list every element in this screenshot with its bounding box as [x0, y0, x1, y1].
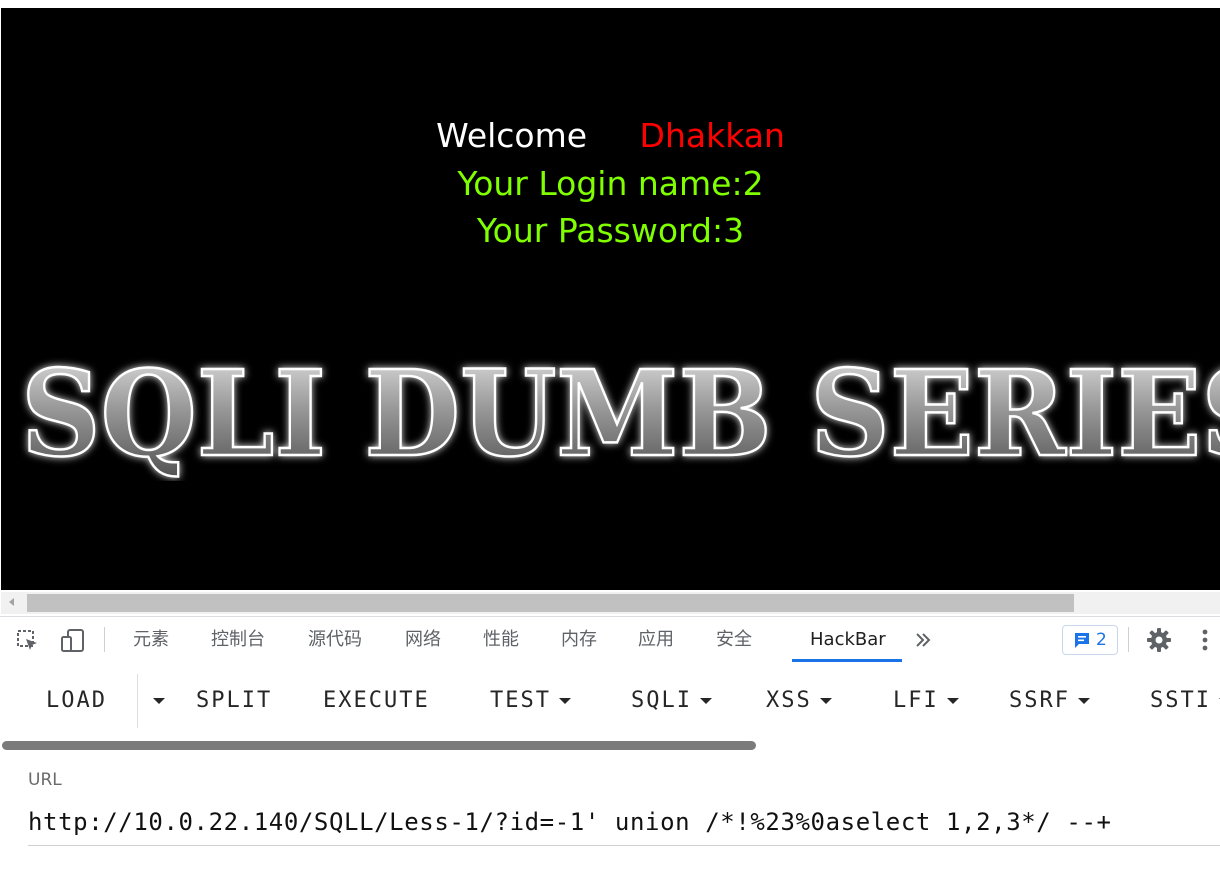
- sqli-dropdown[interactable]: SQLI: [631, 685, 712, 717]
- scrollbar-thumb[interactable]: [27, 594, 1074, 612]
- ssrf-dropdown[interactable]: SSRF: [1009, 685, 1090, 717]
- toolbar-divider: [104, 627, 105, 652]
- test-label: TEST: [490, 688, 551, 713]
- sqli-dumb-series-banner: SQLI DUMB SERIES: [20, 351, 1220, 481]
- execute-button[interactable]: EXECUTE: [323, 685, 430, 717]
- horizontal-scrollbar[interactable]: [1, 592, 1220, 614]
- top-strip: [0, 0, 1220, 8]
- ssti-dropdown[interactable]: SSTI: [1150, 685, 1220, 717]
- url-input[interactable]: http://10.0.22.140/SQLL/Less-1/?id=-1' u…: [28, 808, 1112, 836]
- banner-text: SQLI DUMB SERIES: [21, 351, 1220, 481]
- xss-label: XSS: [766, 688, 812, 713]
- hackbar-panel: LOAD SPLIT EXECUTE TEST SQLI XSS LFI SSR…: [0, 662, 1220, 876]
- caret-down-icon: [153, 698, 165, 704]
- xss-dropdown[interactable]: XSS: [766, 685, 832, 717]
- issues-badge[interactable]: 2: [1062, 625, 1118, 655]
- tab-memory[interactable]: 内存: [561, 617, 597, 662]
- sqli-label: SQLI: [631, 688, 692, 713]
- tab-sources[interactable]: 源代码: [308, 617, 362, 662]
- devtools-tab-bar: 元素 控制台 源代码 网络 性能 内存 应用 安全 HackBar 2: [0, 616, 1220, 663]
- toolbar-divider: [1128, 627, 1129, 652]
- tab-network[interactable]: 网络: [405, 617, 441, 662]
- tab-security[interactable]: 安全: [716, 617, 752, 662]
- gear-icon[interactable]: [1146, 627, 1172, 653]
- password-line: Your Password:3: [476, 211, 745, 250]
- inspect-element-icon[interactable]: [16, 629, 40, 653]
- caret-down-icon: [699, 698, 712, 704]
- welcome-line: Welcome Dhakkan: [1, 116, 1220, 156]
- scroll-left-arrow-icon[interactable]: [9, 598, 14, 606]
- ssrf-label: SSRF: [1009, 688, 1070, 713]
- caret-down-icon: [946, 698, 959, 704]
- url-input-underline: [28, 845, 1220, 846]
- hackbar-toolbar-scrollbar[interactable]: [2, 741, 756, 750]
- split-button[interactable]: SPLIT: [196, 685, 272, 717]
- tab-performance[interactable]: 性能: [483, 617, 519, 662]
- load-dropdown-button[interactable]: [145, 685, 165, 717]
- load-button[interactable]: LOAD: [46, 685, 107, 717]
- test-dropdown[interactable]: TEST: [490, 685, 571, 717]
- ssti-label: SSTI: [1150, 688, 1211, 713]
- login-name-line: Your Login name:2: [457, 164, 764, 203]
- caret-down-icon: [819, 698, 832, 704]
- chevron-double-right-icon[interactable]: [914, 631, 932, 649]
- tab-console[interactable]: 控制台: [211, 617, 265, 662]
- caret-down-icon: [1077, 698, 1090, 704]
- caret-down-icon: [558, 698, 571, 704]
- device-toolbar-icon[interactable]: [60, 628, 86, 654]
- tab-application[interactable]: 应用: [638, 617, 674, 662]
- tab-elements[interactable]: 元素: [133, 617, 169, 662]
- issues-chat-icon: [1075, 633, 1089, 648]
- kebab-menu-icon[interactable]: [1200, 628, 1210, 652]
- welcome-label: Welcome: [436, 116, 588, 155]
- url-label: URL: [28, 770, 62, 790]
- issues-count: 2: [1096, 630, 1107, 650]
- username: Dhakkan: [639, 116, 785, 155]
- tab-hackbar[interactable]: HackBar: [810, 617, 886, 662]
- page-viewport: Welcome Dhakkan Your Login name:2 Your P…: [1, 8, 1220, 590]
- load-divider: [137, 674, 138, 728]
- lfi-dropdown[interactable]: LFI: [893, 685, 959, 717]
- lfi-label: LFI: [893, 688, 939, 713]
